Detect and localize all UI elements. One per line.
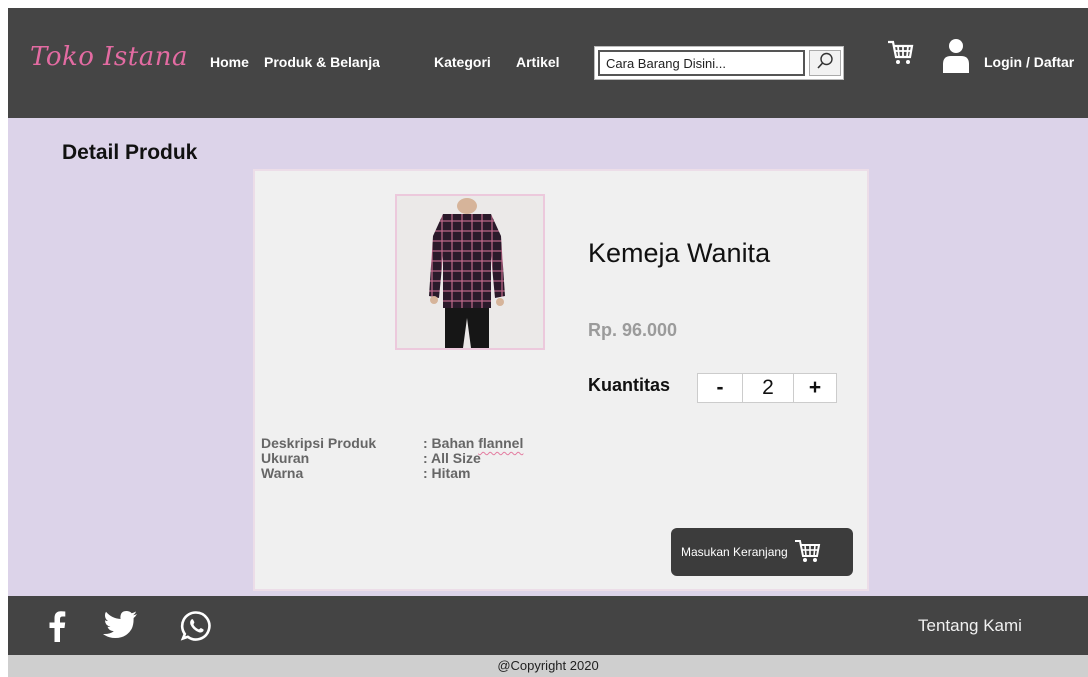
twitter-icon[interactable] xyxy=(102,610,138,645)
search-input[interactable] xyxy=(598,50,805,76)
site-logo[interactable]: Toko Istana xyxy=(30,42,188,72)
product-card: Kemeja Wanita Rp. 96.000 Kuantitas - 2 +… xyxy=(253,169,869,591)
detail-row: Warna : Hitam xyxy=(261,466,523,481)
detail-row: Ukuran : All Size xyxy=(261,451,523,466)
page: Toko Istana Home Produk & Belanja Katego… xyxy=(8,8,1088,677)
about-us-link[interactable]: Tentang Kami xyxy=(918,616,1022,636)
facebook-icon[interactable] xyxy=(48,610,66,647)
product-name: Kemeja Wanita xyxy=(588,238,771,268)
login-register-link[interactable]: Login / Daftar xyxy=(984,54,1074,70)
quantity-stepper: - 2 + xyxy=(697,373,837,403)
copyright: @Copyright 2020 xyxy=(8,655,1088,677)
quantity-increase-button[interactable]: + xyxy=(793,373,837,403)
main-content: Detail Produk Kemeja Wanita Rp. 96.000 K… xyxy=(8,118,1088,596)
nav-home[interactable]: Home xyxy=(210,54,249,70)
detail-value: : Hitam xyxy=(423,465,471,481)
whatsapp-icon[interactable] xyxy=(180,610,212,647)
detail-key: Ukuran xyxy=(261,450,310,466)
footer-bar: Tentang Kami xyxy=(8,596,1088,655)
quantity-label: Kuantitas xyxy=(588,375,671,395)
magnifier-icon xyxy=(815,51,835,76)
quantity-value[interactable]: 2 xyxy=(743,373,793,403)
search-box xyxy=(594,46,844,80)
cart-icon xyxy=(886,40,914,70)
nav-artikel[interactable]: Artikel xyxy=(516,54,560,70)
detail-value: : Bahan flannel xyxy=(423,435,524,451)
add-to-cart-button[interactable]: Masukan Keranjang xyxy=(671,528,853,576)
user-icon[interactable] xyxy=(942,38,970,79)
detail-row: Deskripsi Produk : Bahan flannel xyxy=(261,436,523,451)
page-title: Detail Produk xyxy=(62,141,198,164)
nav-produk-belanja[interactable]: Produk & Belanja xyxy=(264,54,380,70)
cart-button[interactable] xyxy=(886,38,914,71)
search-button[interactable] xyxy=(809,50,841,76)
detail-value: : All Size xyxy=(423,450,481,466)
product-image[interactable] xyxy=(395,194,545,350)
detail-key: Warna xyxy=(261,465,304,481)
add-to-cart-label: Masukan Keranjang xyxy=(681,545,788,559)
product-details: Deskripsi Produk : Bahan flannel Ukuran … xyxy=(261,436,523,481)
quantity-decrease-button[interactable]: - xyxy=(697,373,743,403)
product-price: Rp. 96.000 xyxy=(588,320,678,340)
header-bar: Toko Istana Home Produk & Belanja Katego… xyxy=(8,8,1088,118)
nav-kategori[interactable]: Kategori xyxy=(434,54,491,70)
detail-key: Deskripsi Produk xyxy=(261,435,377,451)
cart-icon xyxy=(792,538,822,567)
